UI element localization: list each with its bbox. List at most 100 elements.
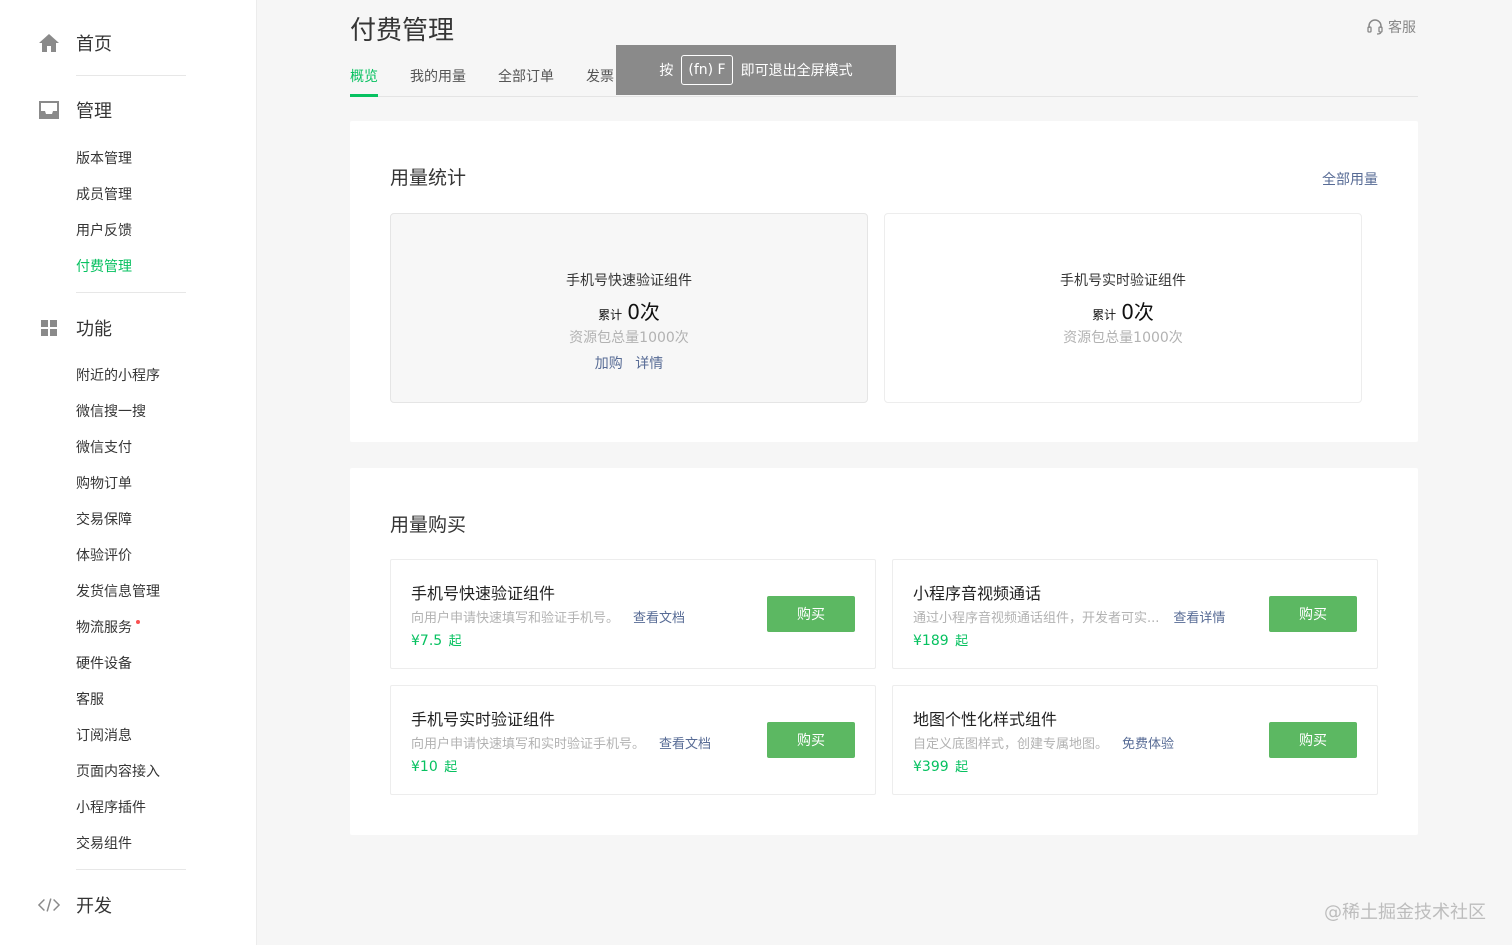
desc-text: 向用户申请快速填写和验证手机号。 — [411, 611, 620, 626]
usage-card-total: 资源包总量1000次 — [569, 330, 689, 346]
usage-card-count: 累计 0次 — [885, 296, 1361, 325]
desc-text: 向用户申请快速填写和实时验证手机号。 — [411, 737, 646, 752]
view-docs-link[interactable]: 查看文档 — [659, 737, 711, 752]
page-title: 付费管理 — [350, 16, 455, 46]
sidebar-item-content[interactable]: 页面内容接入 — [76, 762, 160, 782]
usage-card-name: 手机号实时验证组件 — [1060, 273, 1186, 289]
toast-suffix: 即可退出全屏模式 — [740, 63, 853, 79]
add-purchase-link[interactable]: 加购 — [595, 356, 623, 372]
sidebar-item-rating[interactable]: 体验评价 — [76, 546, 132, 566]
sidebar-item-nearby[interactable]: 附近的小程序 — [76, 366, 160, 386]
sidebar-item-label: 首页 — [76, 34, 112, 55]
price-unit: 起 — [955, 634, 969, 649]
divider — [76, 869, 186, 870]
sidebar: 首页 管理 版本管理 成员管理 用户反馈 付费管理 功能 附近的小程序 微信搜一… — [0, 0, 257, 945]
purchase-item: 小程序音视频通话 通过小程序音视频通话组件，开发者可实... 查看详情 ¥189 … — [892, 559, 1378, 669]
purchase-item-price: ¥7.5 起 — [411, 630, 462, 649]
divider — [76, 75, 186, 76]
sidebar-item-subscribe[interactable]: 订阅消息 — [76, 726, 132, 746]
sidebar-item-guarantee[interactable]: 交易保障 — [76, 510, 132, 530]
purchase-item-name: 小程序音视频通话 — [913, 584, 1042, 603]
purchase-title: 用量购买 — [390, 514, 467, 536]
sidebar-section-manage[interactable]: 管理 — [38, 96, 112, 124]
sidebar-section-label: 开发 — [76, 896, 112, 917]
sidebar-item-members[interactable]: 成员管理 — [76, 185, 132, 205]
count-value: 0次 — [1121, 300, 1154, 324]
purchase-item-name: 手机号实时验证组件 — [411, 710, 556, 729]
sidebar-section-features[interactable]: 功能 — [38, 314, 112, 342]
sidebar-item-billing[interactable]: 付费管理 — [76, 257, 132, 277]
price-unit: 起 — [448, 634, 462, 649]
service-label: 客服 — [1388, 20, 1416, 36]
sidebar-item-hardware[interactable]: 硬件设备 — [76, 654, 132, 674]
price-value: ¥189 — [913, 633, 949, 649]
sidebar-section-label: 管理 — [76, 101, 112, 122]
usage-card-count: 累计 0次 — [391, 296, 867, 325]
tab-overview[interactable]: 概览 — [350, 66, 378, 86]
view-docs-link[interactable]: 查看文档 — [633, 611, 685, 626]
all-usage-link[interactable]: 全部用量 — [1322, 169, 1378, 189]
fullscreen-toast: 按 (fn) F 即可退出全屏模式 — [616, 45, 896, 95]
purchase-panel: 用量购买 手机号快速验证组件 向用户申请快速填写和验证手机号。 查看文档 ¥7.5… — [350, 468, 1418, 835]
sidebar-item-search[interactable]: 微信搜一搜 — [76, 402, 146, 422]
usage-panel: 用量统计 全部用量 手机号快速验证组件 累计 0次 资源包总量1000次 加购 … — [350, 121, 1418, 442]
tab-my-usage[interactable]: 我的用量 — [410, 66, 466, 86]
sidebar-item-logistics[interactable]: 物流服务 — [76, 618, 140, 638]
buy-button[interactable]: 购买 — [767, 722, 855, 758]
active-tab-indicator — [350, 94, 378, 97]
price-value: ¥7.5 — [411, 633, 443, 649]
purchase-item-name: 手机号快速验证组件 — [411, 584, 556, 603]
buy-button[interactable]: 购买 — [1269, 722, 1357, 758]
divider — [76, 292, 186, 293]
usage-card-total: 资源包总量1000次 — [1063, 330, 1183, 346]
usage-card-realtime-verify: 手机号实时验证组件 累计 0次 资源包总量1000次 — [884, 213, 1362, 403]
usage-card-name: 手机号快速验证组件 — [566, 273, 692, 289]
sidebar-item-plugins[interactable]: 小程序插件 — [76, 798, 146, 818]
purchase-item: 地图个性化样式组件 自定义底图样式，创建专属地图。 免费体验 ¥399 起 购买 — [892, 685, 1378, 795]
purchase-item: 手机号快速验证组件 向用户申请快速填写和验证手机号。 查看文档 ¥7.5 起 购买 — [390, 559, 876, 669]
sidebar-item-version[interactable]: 版本管理 — [76, 149, 132, 169]
inbox-icon — [38, 99, 60, 121]
purchase-item-desc: 通过小程序音视频通话组件，开发者可实... 查看详情 — [913, 607, 1225, 626]
price-value: ¥399 — [913, 759, 949, 775]
grid-icon — [38, 317, 60, 339]
purchase-item-desc: 向用户申请快速填写和实时验证手机号。 查看文档 — [411, 733, 711, 752]
purchase-item-price: ¥189 起 — [913, 630, 968, 649]
price-unit: 起 — [444, 760, 458, 775]
desc-text: 通过小程序音视频通话组件，开发者可实... — [913, 611, 1160, 626]
purchase-item-desc: 自定义底图样式，创建专属地图。 免费体验 — [913, 733, 1174, 752]
count-value: 0次 — [627, 300, 660, 324]
purchase-item: 手机号实时验证组件 向用户申请快速填写和实时验证手机号。 查看文档 ¥10 起 购… — [390, 685, 876, 795]
tab-invoice[interactable]: 发票 — [586, 66, 614, 86]
notification-dot — [136, 620, 140, 624]
sidebar-item-orders[interactable]: 购物订单 — [76, 474, 132, 494]
sidebar-item-label: 物流服务 — [76, 620, 132, 636]
count-label: 累计 — [1092, 308, 1117, 322]
free-trial-link[interactable]: 免费体验 — [1122, 737, 1174, 752]
tab-all-orders[interactable]: 全部订单 — [498, 66, 554, 86]
usage-title: 用量统计 — [390, 167, 467, 189]
toast-prefix: 按 — [659, 63, 674, 79]
sidebar-item-service[interactable]: 客服 — [76, 690, 104, 710]
purchase-item-desc: 向用户申请快速填写和验证手机号。 查看文档 — [411, 607, 685, 626]
sidebar-item-pay[interactable]: 微信支付 — [76, 438, 132, 458]
customer-service-link[interactable]: 客服 — [1366, 17, 1416, 37]
detail-link[interactable]: 详情 — [635, 356, 663, 372]
usage-card-links: 加购 详情 — [391, 353, 867, 373]
toast-key: (fn) F — [681, 55, 733, 85]
buy-button[interactable]: 购买 — [767, 596, 855, 632]
price-value: ¥10 — [411, 759, 438, 775]
usage-card-quick-verify: 手机号快速验证组件 累计 0次 资源包总量1000次 加购 详情 — [390, 213, 868, 403]
code-icon — [38, 894, 60, 916]
sidebar-item-shipping[interactable]: 发货信息管理 — [76, 582, 160, 602]
count-label: 累计 — [598, 308, 623, 322]
sidebar-section-dev[interactable]: 开发 — [38, 891, 112, 919]
view-details-link[interactable]: 查看详情 — [1173, 611, 1225, 626]
sidebar-item-home[interactable]: 首页 — [38, 29, 112, 57]
purchase-item-price: ¥10 起 — [411, 756, 457, 775]
buy-button[interactable]: 购买 — [1269, 596, 1357, 632]
sidebar-item-trade[interactable]: 交易组件 — [76, 834, 132, 854]
sidebar-item-feedback[interactable]: 用户反馈 — [76, 221, 132, 241]
price-unit: 起 — [955, 760, 969, 775]
purchase-item-price: ¥399 起 — [913, 756, 968, 775]
